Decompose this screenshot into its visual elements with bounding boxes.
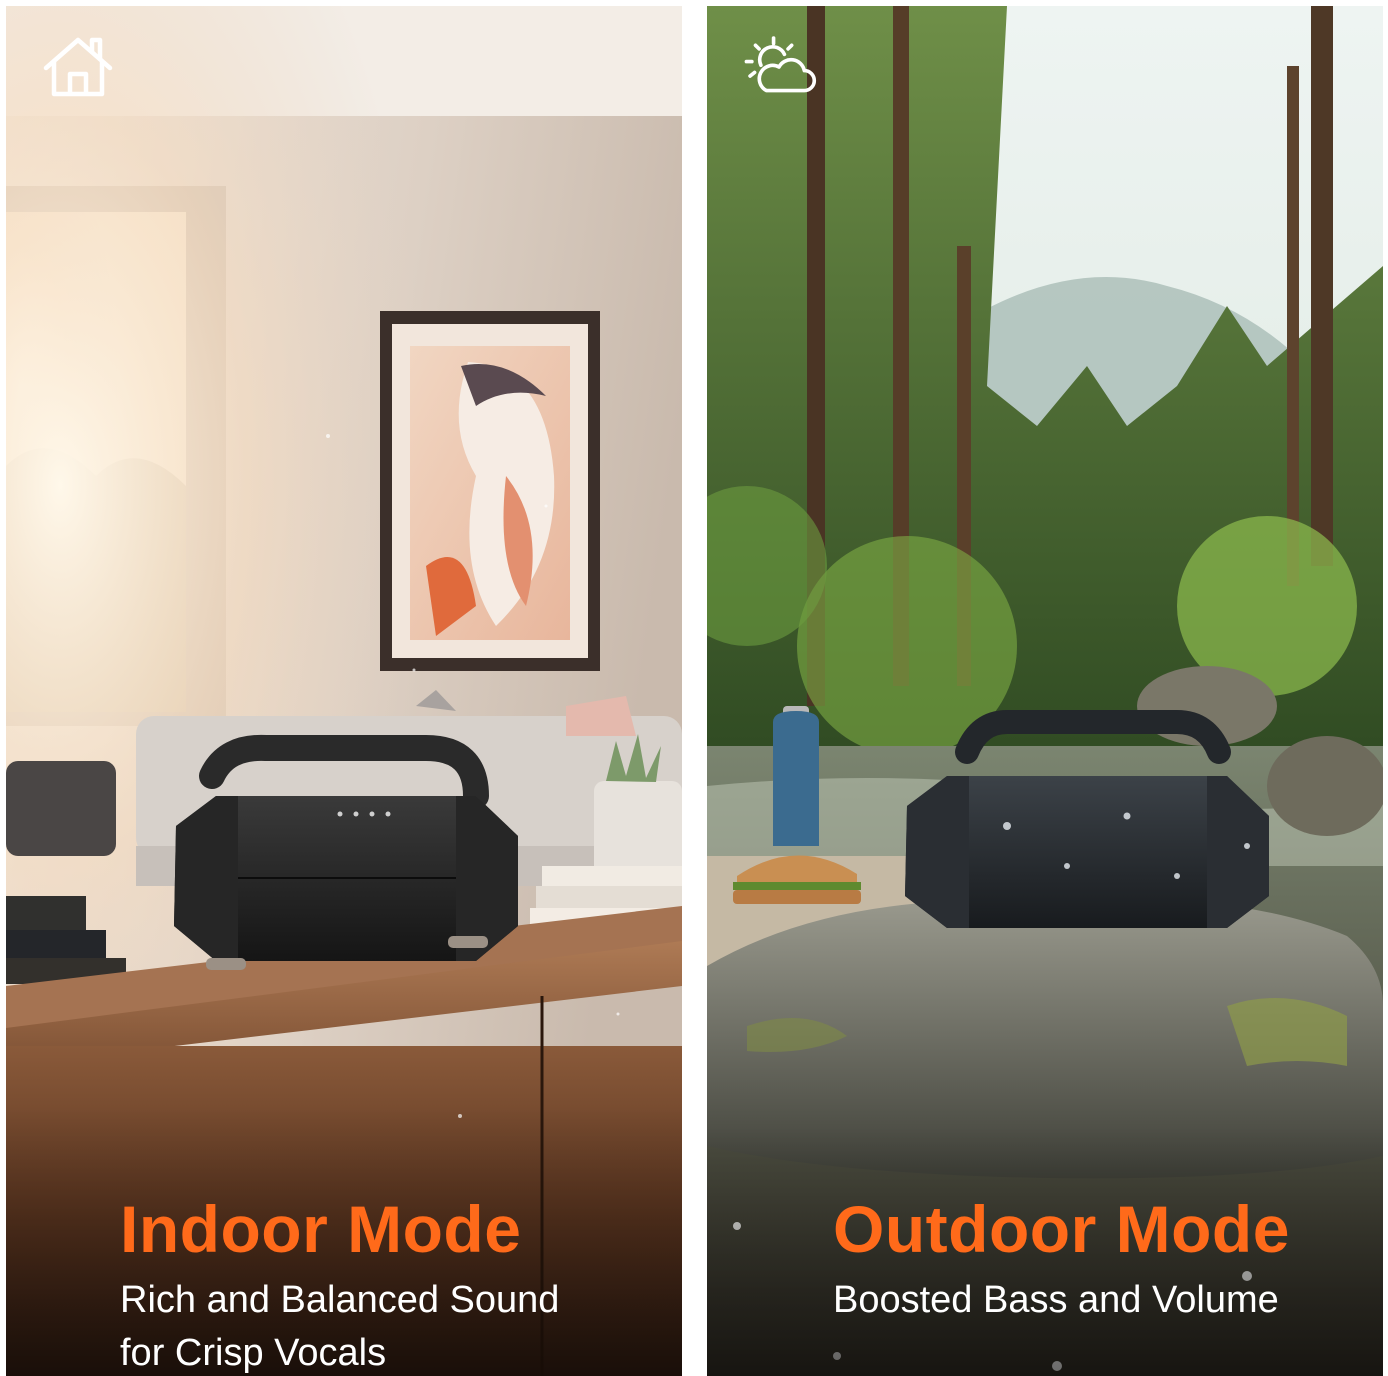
outdoor-scene-image xyxy=(707,6,1383,1376)
indoor-mode-description: Rich and Balanced Sound for Crisp Vocals xyxy=(120,1274,682,1376)
indoor-description-line-2: for Crisp Vocals xyxy=(120,1332,387,1374)
indoor-caption: Indoor Mode Rich and Balanced Sound for … xyxy=(6,1192,682,1376)
indoor-mode-panel: Indoor Mode Rich and Balanced Sound for … xyxy=(6,6,682,1376)
indoor-description-line-1: Rich and Balanced Sound xyxy=(120,1279,560,1321)
outdoor-caption: Outdoor Mode Boosted Bass and Volume xyxy=(707,1192,1383,1327)
outdoor-mode-title: Outdoor Mode xyxy=(833,1192,1290,1266)
indoor-mode-title: Indoor Mode xyxy=(120,1192,522,1266)
house-icon xyxy=(40,34,116,100)
indoor-scene-image xyxy=(6,6,682,1376)
outdoor-mode-panel: Outdoor Mode Boosted Bass and Volume xyxy=(707,6,1383,1376)
outdoor-description-line-1: Boosted Bass and Volume xyxy=(833,1279,1279,1321)
outdoor-mode-description: Boosted Bass and Volume xyxy=(833,1274,1383,1327)
sun-cloud-icon xyxy=(741,34,817,100)
